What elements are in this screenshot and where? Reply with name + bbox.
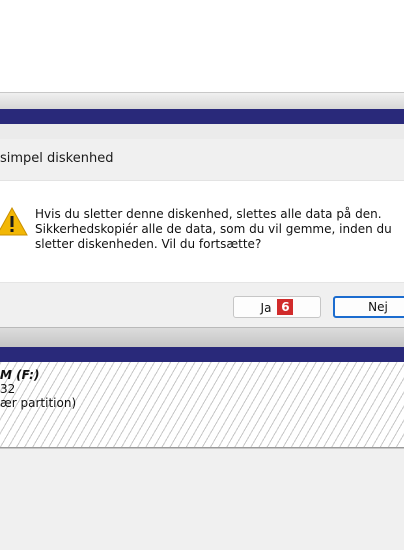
message-line: Sikkerhedskopiér alle de data, som du vi… xyxy=(35,222,392,236)
no-button[interactable]: Nej xyxy=(333,296,404,318)
message-line: Hvis du sletter denne diskenhed, slettes… xyxy=(35,207,382,221)
dialog-top-frame xyxy=(0,124,404,140)
yes-button[interactable]: Ja 6 xyxy=(233,296,321,318)
yes-button-label: Ja xyxy=(260,301,272,315)
dialog-title: simpel diskenhed xyxy=(0,151,114,166)
volume-info: M (F:) 32 ær partition) xyxy=(0,368,76,410)
no-button-label: Nej xyxy=(368,300,388,314)
background-window-area xyxy=(0,0,404,92)
volume-header-band xyxy=(0,347,404,362)
step-badge: 6 xyxy=(277,299,294,315)
warning-icon xyxy=(0,207,28,236)
empty-area xyxy=(0,448,404,550)
volume-name: M (F:) xyxy=(0,368,40,382)
window-border xyxy=(0,92,404,110)
message-line: sletter diskenheden. Vil du fortsætte? xyxy=(35,237,262,251)
delete-volume-dialog: simpel diskenhed Hvis du sletter denne d… xyxy=(0,139,404,328)
window-border xyxy=(0,327,404,348)
volume-type: ær partition) xyxy=(0,396,77,410)
dialog-title-bar: simpel diskenhed xyxy=(0,139,404,181)
volume-block[interactable]: M (F:) 32 ær partition) xyxy=(0,362,404,448)
title-bar-band xyxy=(0,109,404,124)
dialog-message: Hvis du sletter denne diskenhed, slettes… xyxy=(35,207,404,252)
volume-size: 32 xyxy=(0,382,16,396)
